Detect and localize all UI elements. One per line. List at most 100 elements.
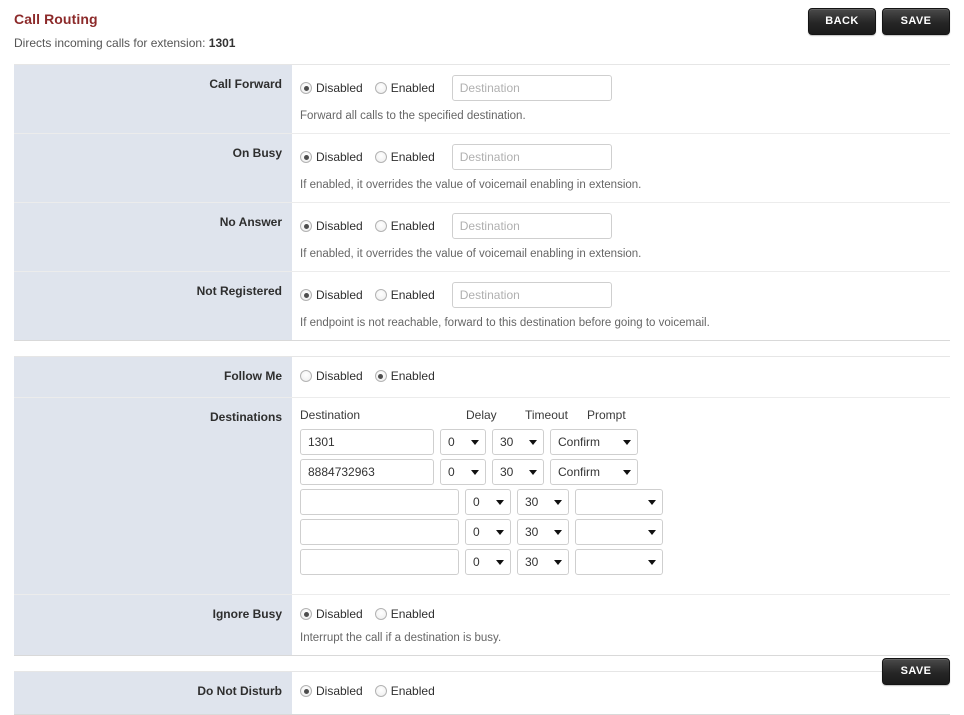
- prompt-select[interactable]: [575, 489, 663, 515]
- row-no-answer: No Answer Disabled Enabled Destination I…: [14, 203, 950, 272]
- page-header: Call Routing Directs incoming calls for …: [0, 0, 964, 50]
- row-do-not-disturb: Do Not Disturb Disabled Enabled: [14, 672, 950, 714]
- destination-input[interactable]: [300, 519, 459, 545]
- radio-icon: [300, 370, 312, 382]
- row-label-ignore-busy: Ignore Busy: [14, 595, 292, 655]
- delay-select[interactable]: 0: [440, 459, 486, 485]
- no-answer-radio-enabled[interactable]: Enabled: [374, 219, 435, 233]
- no-answer-radio-disabled[interactable]: Disabled: [300, 219, 363, 233]
- row-body-call-forward: Disabled Enabled Forward all calls to th…: [292, 65, 950, 133]
- radio-icon: [300, 608, 312, 620]
- row-on-busy: On Busy Disabled Enabled Destination If …: [14, 134, 950, 203]
- not-registered-hint: If endpoint is not reachable, forward to…: [300, 317, 710, 329]
- not-registered-destination-input[interactable]: [451, 282, 612, 308]
- radio-label-disabled: Disabled: [316, 607, 363, 621]
- row-destinations: Destinations Destination Delay Timeout P…: [14, 398, 950, 595]
- destination-input[interactable]: [300, 489, 459, 515]
- radio-label-disabled: Disabled: [316, 288, 363, 302]
- radio-icon: [300, 289, 312, 301]
- row-body-no-answer: Disabled Enabled If enabled, it override…: [292, 203, 950, 271]
- call-forward-destination-input[interactable]: [451, 75, 612, 101]
- radio-icon: [300, 151, 312, 163]
- call-forward-radio-disabled[interactable]: Disabled: [300, 81, 363, 95]
- not-registered-radio-disabled[interactable]: Disabled: [300, 288, 363, 302]
- radio-icon: [374, 82, 387, 94]
- ignore-busy-radio-enabled[interactable]: Enabled: [374, 607, 435, 621]
- header-actions: BACK SAVE: [808, 8, 950, 35]
- not-registered-radio-enabled[interactable]: Enabled: [374, 288, 435, 302]
- timeout-select[interactable]: 30: [517, 549, 569, 575]
- radio-label-enabled: Enabled: [390, 81, 435, 95]
- row-label-destinations: Destinations: [14, 398, 292, 594]
- on-busy-hint: If enabled, it overrides the value of vo…: [300, 179, 642, 191]
- radio-icon: [374, 608, 387, 620]
- radio-icon: [374, 685, 387, 697]
- follow-me-group: Follow Me Disabled Enabled Destinations: [14, 356, 950, 656]
- do-not-disturb-radio-enabled[interactable]: Enabled: [374, 684, 435, 698]
- delay-select[interactable]: 0: [465, 489, 511, 515]
- prompt-select[interactable]: [575, 519, 663, 545]
- timeout-select[interactable]: 30: [492, 459, 544, 485]
- prompt-select[interactable]: [575, 549, 663, 575]
- timeout-select[interactable]: 30: [492, 429, 544, 455]
- radio-label-disabled: Disabled: [316, 219, 363, 233]
- radio-icon: [374, 151, 387, 163]
- destination-input[interactable]: [300, 459, 434, 485]
- row-follow-me: Follow Me Disabled Enabled: [14, 357, 950, 398]
- follow-me-radio-disabled[interactable]: Disabled: [300, 369, 363, 383]
- delay-select[interactable]: 0: [465, 549, 511, 575]
- radio-icon: [374, 370, 387, 382]
- ignore-busy-hint: Interrupt the call if a destination is b…: [300, 632, 502, 644]
- call-forward-radio-enabled[interactable]: Enabled: [374, 81, 435, 95]
- radio-label-enabled: Enabled: [390, 684, 435, 698]
- no-answer-hint: If enabled, it overrides the value of vo…: [300, 248, 642, 260]
- timeout-select[interactable]: 30: [517, 489, 569, 515]
- row-body-destinations: Destination Delay Timeout Prompt 0 30 Co…: [292, 398, 950, 594]
- delay-select[interactable]: 0: [465, 519, 511, 545]
- radio-label-enabled: Enabled: [390, 607, 435, 621]
- destination-row: 0 30 Confirm: [300, 459, 950, 485]
- page-subtitle-text: Directs incoming calls for extension:: [14, 36, 206, 50]
- destination-row: 0 30: [300, 519, 950, 545]
- timeout-select[interactable]: 30: [517, 519, 569, 545]
- radio-label-disabled: Disabled: [316, 684, 363, 698]
- destination-input[interactable]: [300, 429, 434, 455]
- radio-icon: [300, 220, 312, 232]
- extension-number: 1301: [208, 36, 236, 50]
- radio-label-enabled: Enabled: [390, 288, 435, 302]
- destination-row: 0 30: [300, 549, 950, 575]
- destination-input[interactable]: [300, 549, 459, 575]
- no-answer-radio-group: Disabled Enabled: [300, 217, 442, 235]
- ignore-busy-radio-group: Disabled Enabled: [300, 605, 950, 623]
- radio-icon: [374, 220, 387, 232]
- ignore-busy-radio-disabled[interactable]: Disabled: [300, 607, 363, 621]
- on-busy-radio-group: Disabled Enabled: [300, 148, 442, 166]
- column-header-timeout: Timeout: [525, 408, 568, 422]
- back-button[interactable]: BACK: [808, 8, 876, 35]
- on-busy-destination-input[interactable]: [451, 144, 612, 170]
- prompt-select[interactable]: Confirm: [550, 429, 638, 455]
- save-button-bottom[interactable]: SAVE: [882, 658, 950, 685]
- prompt-select[interactable]: Confirm: [550, 459, 638, 485]
- radio-label-disabled: Disabled: [316, 369, 363, 383]
- row-body-do-not-disturb: Disabled Enabled: [292, 672, 950, 714]
- row-not-registered: Not Registered Disabled Enabled Destinat…: [14, 272, 950, 340]
- row-label-on-busy: On Busy: [14, 134, 292, 202]
- column-header-delay: Delay: [466, 408, 497, 422]
- delay-select[interactable]: 0: [440, 429, 486, 455]
- row-body-not-registered: Disabled Enabled If endpoint is not reac…: [292, 272, 950, 340]
- not-registered-radio-group: Disabled Enabled: [300, 286, 442, 304]
- row-label-call-forward: Call Forward: [14, 65, 292, 133]
- on-busy-radio-disabled[interactable]: Disabled: [300, 150, 363, 164]
- on-busy-radio-enabled[interactable]: Enabled: [374, 150, 435, 164]
- radio-label-enabled: Enabled: [390, 150, 435, 164]
- no-answer-destination-input[interactable]: [451, 213, 612, 239]
- follow-me-radio-enabled[interactable]: Enabled: [374, 369, 435, 383]
- radio-label-enabled: Enabled: [390, 219, 435, 233]
- do-not-disturb-radio-disabled[interactable]: Disabled: [300, 684, 363, 698]
- do-not-disturb-group: Do Not Disturb Disabled Enabled: [14, 671, 950, 715]
- radio-label-enabled: Enabled: [390, 369, 435, 383]
- save-button-top[interactable]: SAVE: [882, 8, 950, 35]
- call-forward-radio-group: Disabled Enabled: [300, 79, 442, 97]
- row-label-no-answer: No Answer: [14, 203, 292, 271]
